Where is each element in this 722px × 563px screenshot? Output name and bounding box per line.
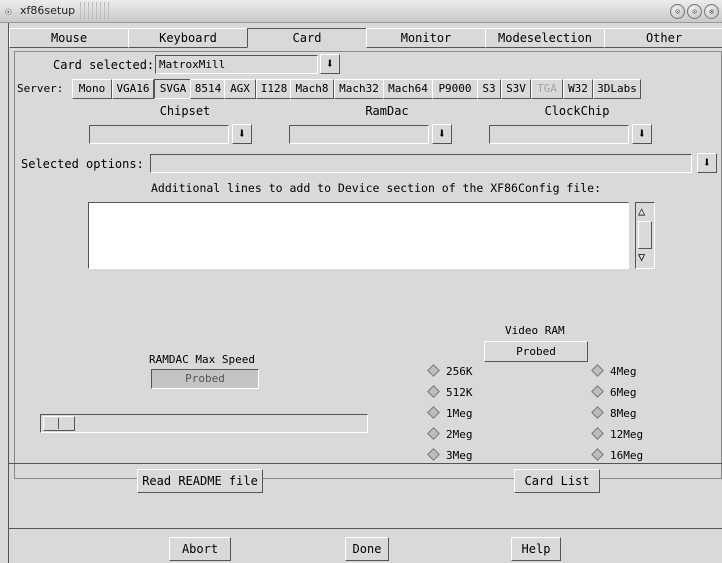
chipset-dropdown-button[interactable]: ⬇: [232, 124, 252, 144]
server-mach64-button[interactable]: Mach64: [383, 79, 433, 99]
slider-handle-grip: [58, 418, 59, 429]
chipset-label: Chipset: [159, 104, 211, 118]
read-readme-button[interactable]: Read README file: [137, 469, 263, 493]
card-selected-field[interactable]: MatroxMill: [155, 55, 318, 74]
textarea-scrollbar[interactable]: △ ▽: [635, 202, 655, 269]
clockchip-field[interactable]: [489, 125, 629, 144]
video-ram-radio-1meg[interactable]: 1Meg: [427, 406, 473, 422]
server-mach8-button[interactable]: Mach8: [290, 79, 334, 99]
title-bar: ☉ xf86setup ⊙ ⊙ ⊗: [0, 0, 722, 23]
video-ram-probed-button[interactable]: Probed: [484, 341, 588, 362]
selected-options-field[interactable]: [150, 154, 692, 173]
radio-diamond-icon: [591, 448, 604, 461]
ramdac-speed-slider[interactable]: [40, 414, 368, 433]
video-ram-label: Video RAM: [505, 324, 565, 337]
selected-options-dropdown-button[interactable]: ⬇: [697, 153, 717, 173]
video-ram-radio-3meg[interactable]: 3Meg: [427, 448, 473, 464]
additional-lines-label: Additional lines to add to Device sectio…: [151, 181, 602, 195]
card-selected-dropdown-button[interactable]: ⬇: [320, 54, 340, 74]
radio-diamond-icon: [427, 385, 440, 398]
server-vga16-button[interactable]: VGA16: [112, 79, 154, 99]
radio-diamond-icon: [427, 406, 440, 419]
tab-modeselection[interactable]: Modeselection: [485, 28, 605, 48]
server-s3-button[interactable]: S3: [477, 79, 501, 99]
radio-diamond-icon: [591, 364, 604, 377]
tab-card[interactable]: Card: [247, 28, 367, 48]
server-8514-button[interactable]: 8514: [190, 79, 226, 99]
server-button-row: Mono VGA16 SVGA 8514 AGX I128 Mach8 Mach…: [72, 79, 722, 99]
server-mono-button[interactable]: Mono: [72, 79, 112, 99]
selected-options-label: Selected options:: [21, 157, 144, 171]
radio-diamond-icon: [591, 406, 604, 419]
arrow-down-icon: ⬇: [437, 126, 447, 142]
video-ram-radio-16meg[interactable]: 16Meg: [591, 448, 643, 464]
server-mach32-button[interactable]: Mach32: [334, 79, 384, 99]
card-panel: Card selected: MatroxMill ⬇ Server: Mono…: [14, 51, 722, 479]
radio-diamond-icon: [427, 364, 440, 377]
separator: [9, 463, 722, 464]
arrow-down-icon: ⬇: [637, 126, 647, 142]
tab-other[interactable]: Other: [604, 28, 722, 48]
tab-keyboard[interactable]: Keyboard: [128, 28, 248, 48]
additional-lines-textarea[interactable]: [88, 202, 629, 269]
ramdac-dropdown-button[interactable]: ⬇: [432, 124, 452, 144]
arrow-down-icon: ⬇: [702, 155, 712, 171]
window-menu-icon[interactable]: ☉: [5, 5, 12, 18]
video-ram-radio-512k[interactable]: 512K: [427, 385, 473, 401]
title-bar-grip: [80, 2, 110, 20]
radio-diamond-icon: [427, 448, 440, 461]
slider-handle[interactable]: [43, 416, 75, 431]
server-s3v-button[interactable]: S3V: [501, 79, 531, 99]
server-tga-button: TGA: [531, 79, 563, 99]
server-w32-button[interactable]: W32: [563, 79, 593, 99]
server-i128-button[interactable]: I128: [256, 79, 292, 99]
ramdac-label: RamDac: [365, 104, 409, 118]
card-list-button[interactable]: Card List: [514, 469, 600, 493]
chipset-field[interactable]: [89, 125, 229, 144]
help-button[interactable]: Help: [511, 537, 561, 561]
ramdac-field[interactable]: [289, 125, 429, 144]
radio-diamond-icon: [591, 385, 604, 398]
tab-bar: Mouse Keyboard Card Monitor Modeselectio…: [9, 28, 722, 48]
server-p9000-button[interactable]: P9000: [432, 79, 478, 99]
close-icon[interactable]: ⊗: [704, 4, 719, 19]
radio-diamond-icon: [591, 427, 604, 440]
server-label: Server:: [17, 82, 64, 95]
card-selected-label: Card selected:: [53, 58, 155, 72]
server-agx-button[interactable]: AGX: [224, 79, 256, 99]
done-button[interactable]: Done: [345, 537, 389, 561]
ramdac-max-speed-label: RAMDAC Max Speed: [149, 353, 255, 366]
video-ram-radio-8meg[interactable]: 8Meg: [591, 406, 637, 422]
clockchip-label: ClockChip: [544, 104, 610, 118]
scroll-thumb[interactable]: [638, 221, 652, 249]
radio-diamond-icon: [427, 427, 440, 440]
scroll-up-arrow-icon[interactable]: △: [638, 204, 645, 218]
video-ram-radio-2meg[interactable]: 2Meg: [427, 427, 473, 443]
maximize-icon[interactable]: ⊙: [687, 4, 702, 19]
window-title: xf86setup: [20, 4, 76, 17]
video-ram-radio-6meg[interactable]: 6Meg: [591, 385, 637, 401]
tab-monitor[interactable]: Monitor: [366, 28, 486, 48]
abort-button[interactable]: Abort: [169, 537, 231, 561]
tab-mouse[interactable]: Mouse: [9, 28, 129, 48]
arrow-down-icon: ⬇: [237, 126, 247, 142]
video-ram-radio-12meg[interactable]: 12Meg: [591, 427, 643, 443]
minimize-icon[interactable]: ⊙: [670, 4, 685, 19]
server-3dlabs-button[interactable]: 3DLabs: [593, 79, 641, 99]
ramdac-max-speed-value: Probed: [151, 369, 259, 389]
scroll-down-arrow-icon[interactable]: ▽: [638, 250, 645, 264]
main-window: Mouse Keyboard Card Monitor Modeselectio…: [8, 23, 722, 563]
arrow-down-icon: ⬇: [325, 56, 335, 72]
separator: [9, 528, 722, 529]
server-svga-button[interactable]: SVGA: [154, 79, 192, 99]
video-ram-radio-4meg[interactable]: 4Meg: [591, 364, 637, 380]
clockchip-dropdown-button[interactable]: ⬇: [632, 124, 652, 144]
video-ram-radio-256k[interactable]: 256K: [427, 364, 473, 380]
